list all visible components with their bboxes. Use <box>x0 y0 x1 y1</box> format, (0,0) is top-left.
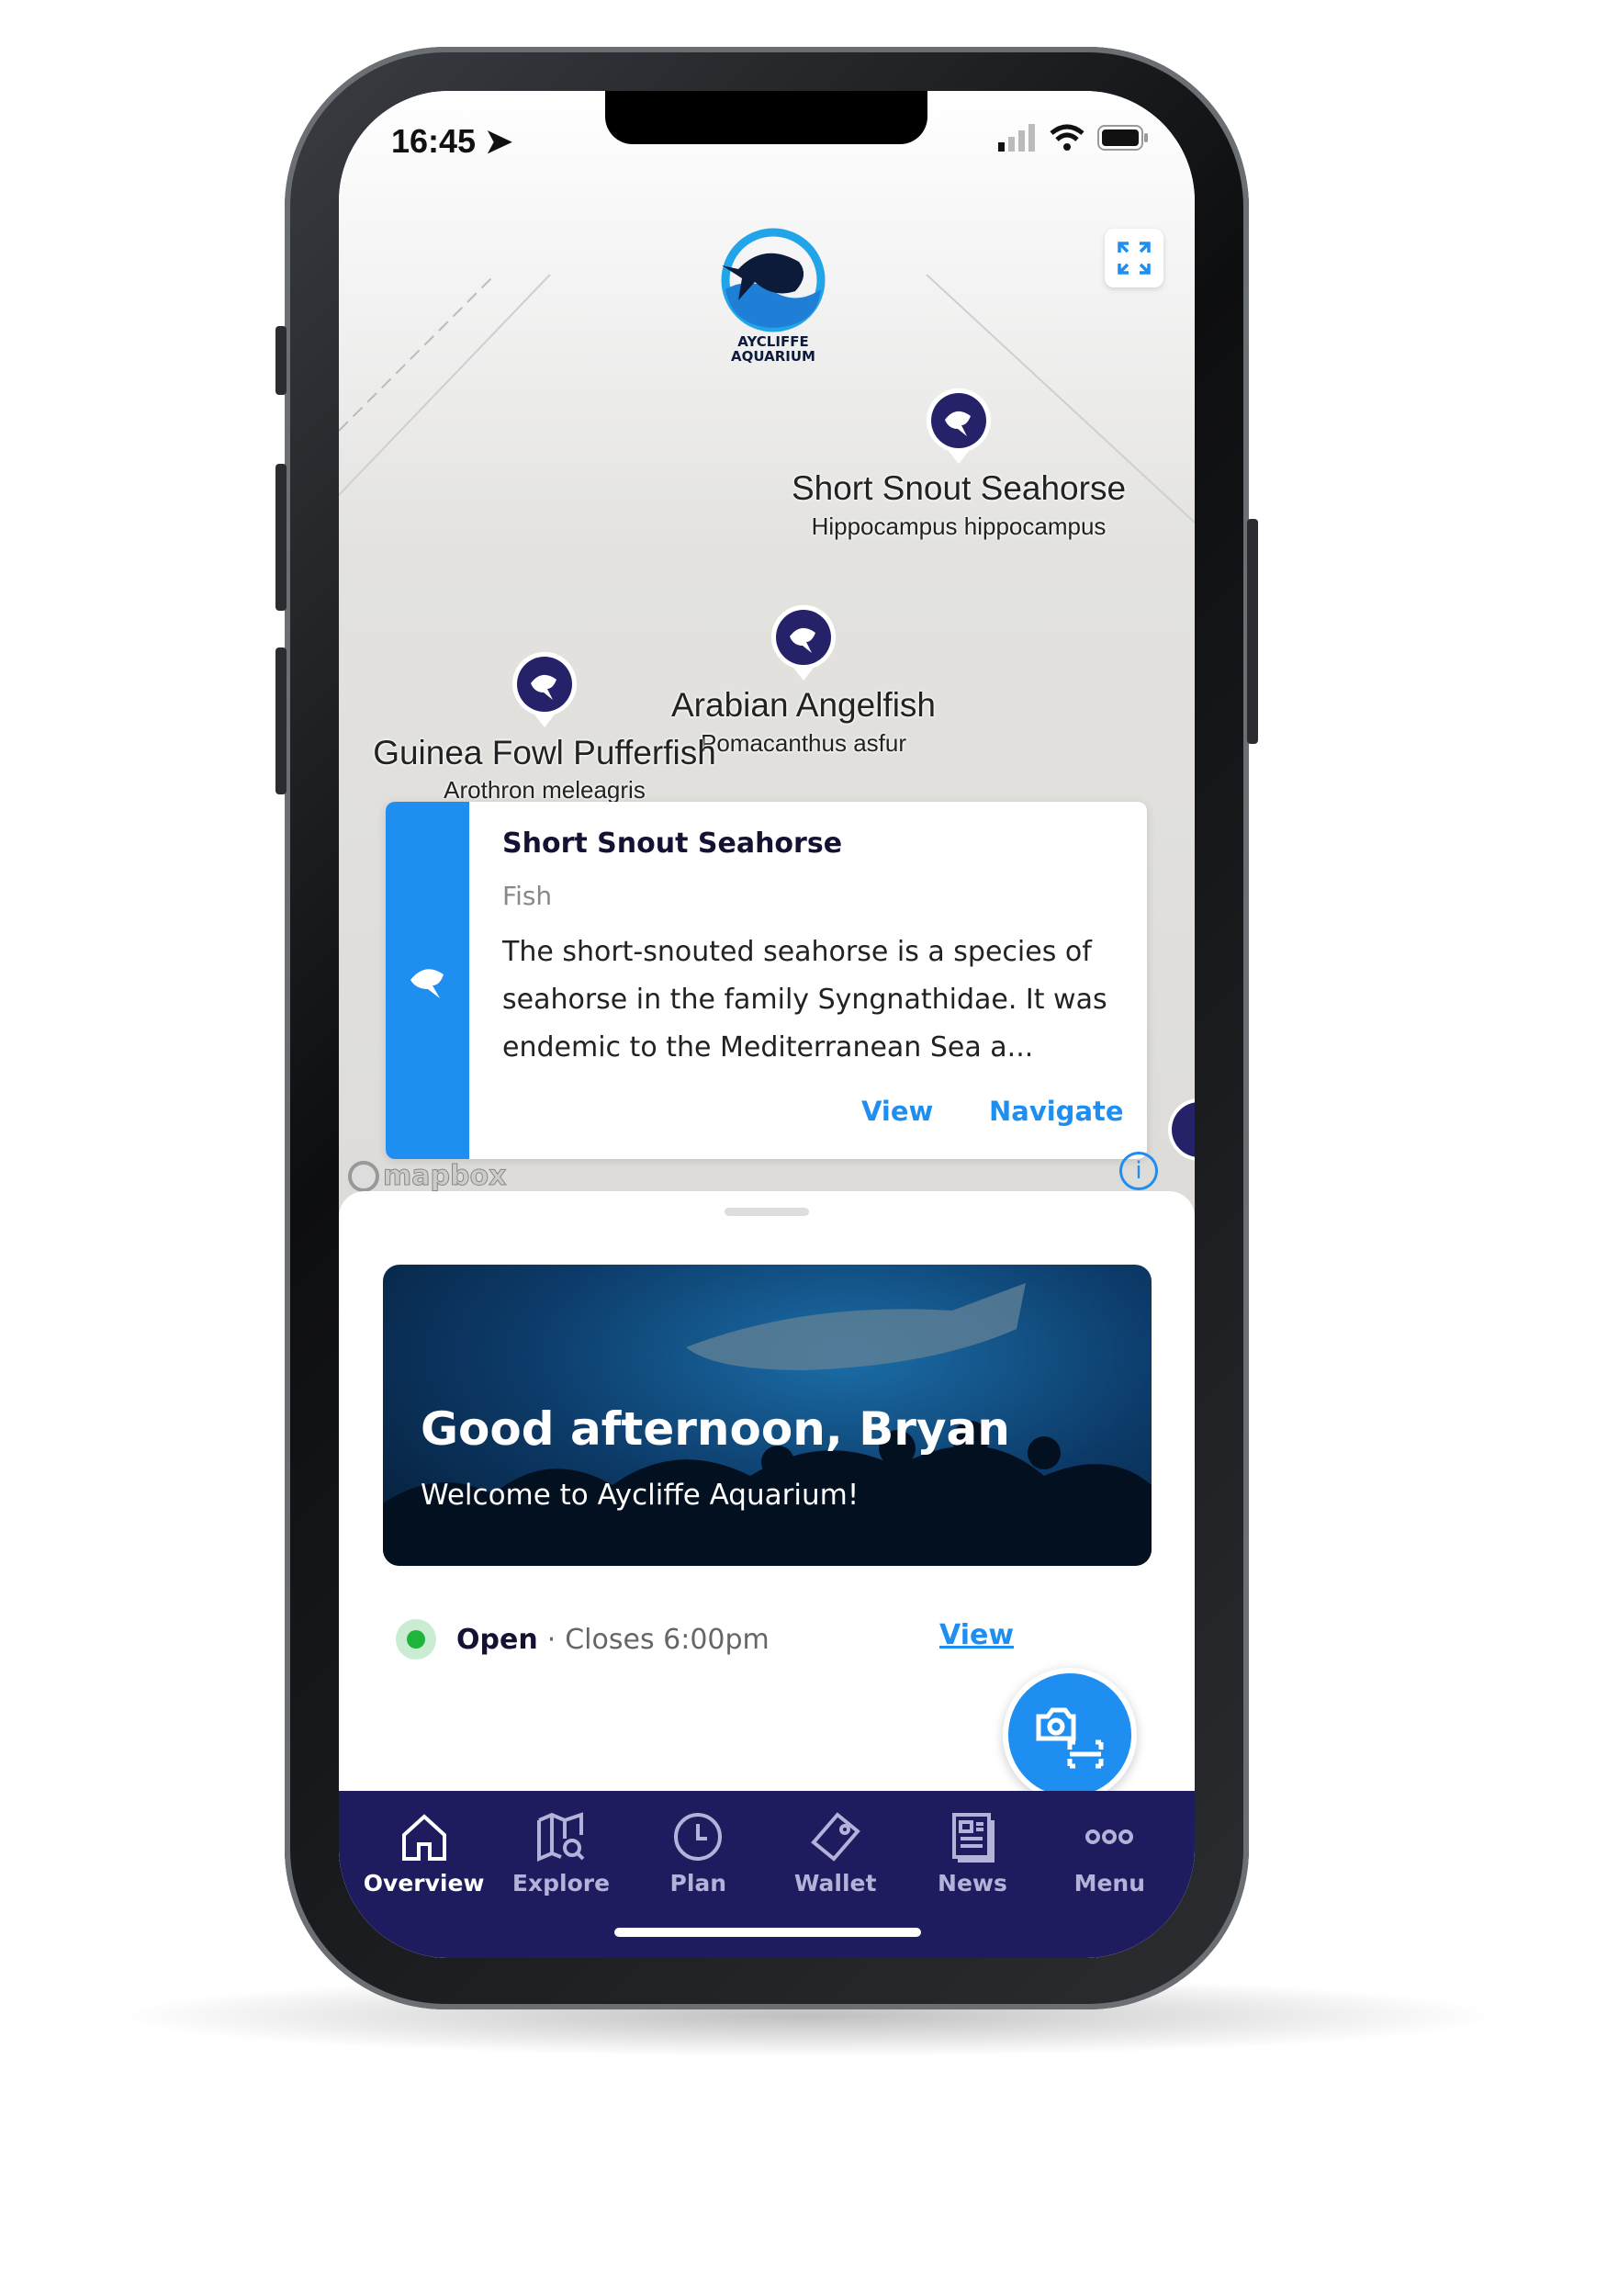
mapbox-text: mapbox <box>382 1160 507 1193</box>
open-label: Open <box>456 1623 538 1656</box>
time-text: 16:45 <box>391 122 477 160</box>
nav-label: Wallet <box>793 1870 877 1896</box>
view-hours-link[interactable]: View <box>939 1619 1014 1651</box>
marker-scientific-name: Arothron meleagris <box>444 776 646 804</box>
greeting-heading: Good afternoon, Bryan <box>421 1402 1010 1456</box>
marker-label: Arabian Angelfish <box>671 686 936 724</box>
camera-scan-icon <box>1036 1707 1104 1769</box>
sheet-drag-handle[interactable] <box>725 1208 809 1216</box>
closing-time: Closes 6:00pm <box>565 1623 770 1656</box>
map-search-icon <box>536 1812 585 1863</box>
fish-icon <box>771 604 836 681</box>
nav-label: Menu <box>1073 1870 1146 1896</box>
mapbox-logo-icon <box>348 1160 379 1192</box>
nav-label: Overview <box>363 1870 485 1896</box>
fish-icon <box>927 388 991 464</box>
more-icon <box>1085 1829 1134 1844</box>
battery-icon <box>1097 125 1148 151</box>
exhibit-card[interactable]: Short Snout Seahorse Fish The short-snou… <box>386 802 1147 1159</box>
wifi-icon <box>1050 124 1084 151</box>
hero-banner: Good afternoon, Bryan Welcome to Aycliff… <box>383 1265 1152 1566</box>
nav-label: News <box>938 1870 1007 1896</box>
open-status-dot-icon <box>396 1619 436 1660</box>
card-title: Short Snout Seahorse <box>502 827 843 860</box>
nav-label: Plan <box>669 1870 727 1896</box>
map-marker-angelfish[interactable] <box>770 603 837 681</box>
fish-icon <box>410 968 444 998</box>
nav-explore[interactable]: Explore <box>492 1791 629 1958</box>
nav-overview[interactable]: Overview <box>355 1791 492 1958</box>
info-button[interactable]: i <box>1119 1152 1158 1190</box>
map-view[interactable]: 16:45 ➤ AYCLIFFE AQUARIUM Short Snout Se… <box>339 91 1195 1221</box>
signal-icon <box>998 124 1035 152</box>
notch <box>605 91 927 144</box>
volume-down-button <box>275 647 287 794</box>
nav-menu[interactable]: Menu <box>1041 1791 1178 1958</box>
nav-label: Explore <box>511 1870 611 1896</box>
view-button[interactable]: View <box>861 1096 933 1127</box>
mapbox-attribution[interactable]: mapbox <box>348 1160 507 1193</box>
card-description: The short-snouted seahorse is a species … <box>502 936 1107 1064</box>
navigate-button[interactable]: Navigate <box>989 1096 1124 1127</box>
fish-icon <box>1168 1098 1195 1161</box>
svg-text:AQUARIUM: AQUARIUM <box>731 348 815 363</box>
newspaper-icon <box>951 1813 995 1863</box>
opening-status: Open · Closes 6:00pm <box>396 1619 770 1660</box>
mute-switch <box>275 326 287 395</box>
location-arrow-icon: ➤ <box>485 122 513 160</box>
scan-button[interactable] <box>1003 1668 1137 1802</box>
status-time: 16:45 ➤ <box>391 122 512 161</box>
home-indicator[interactable] <box>614 1928 921 1937</box>
fish-icon <box>512 651 577 727</box>
map-marker-pufferfish[interactable] <box>511 650 579 727</box>
home-icon <box>401 1814 446 1861</box>
expand-icon <box>1118 242 1151 275</box>
volume-up-button <box>275 464 287 611</box>
card-icon-strip <box>386 802 469 1159</box>
ticket-icon <box>810 1812 860 1862</box>
app-screen: 16:45 ➤ AYCLIFFE AQUARIUM Short Snout Se… <box>339 91 1195 1958</box>
power-button <box>1247 519 1258 744</box>
marker-label: Short Snout Seahorse <box>791 469 1127 507</box>
map-marker-offscreen[interactable] <box>1165 1096 1195 1173</box>
separator: · <box>546 1623 556 1656</box>
fullscreen-button[interactable] <box>1105 229 1163 287</box>
clock-icon <box>674 1813 723 1861</box>
welcome-text: Welcome to Aycliffe Aquarium! <box>421 1479 860 1512</box>
status-icons <box>998 124 1149 152</box>
marker-label: Guinea Fowl Pufferfish <box>373 734 716 771</box>
nav-news[interactable]: News <box>904 1791 1040 1958</box>
marker-scientific-name: Hippocampus hippocampus <box>811 512 1107 540</box>
map-marker-seahorse[interactable] <box>925 387 993 464</box>
card-category: Fish <box>502 881 553 911</box>
aycliffe-aquarium-logo: AYCLIFFE AQUARIUM <box>700 225 837 366</box>
marker-scientific-name: Pomacanthus asfur <box>700 729 907 757</box>
